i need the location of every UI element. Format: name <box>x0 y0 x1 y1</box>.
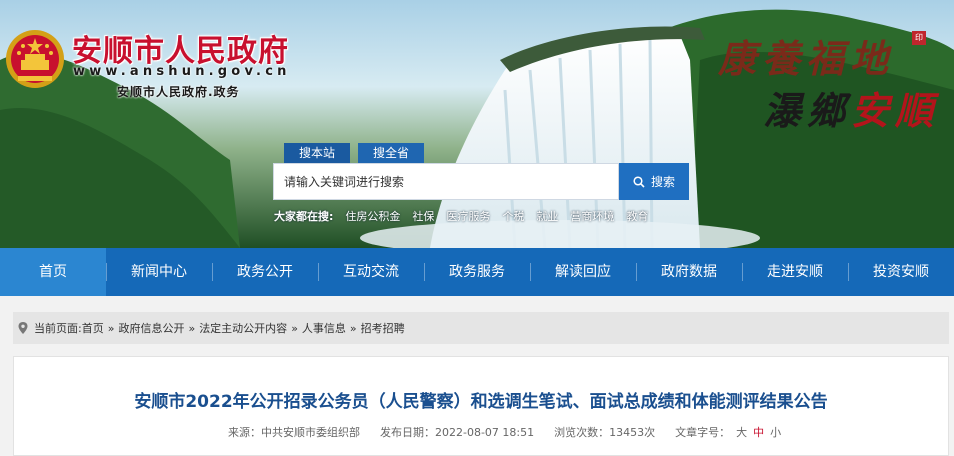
font-size-large[interactable]: 大 <box>736 424 747 440</box>
hot-term-education[interactable]: 教育 <box>626 208 648 224</box>
slogan-line-2-part-b: 安順 <box>851 88 940 133</box>
hot-term-social-security[interactable]: 社保 <box>412 208 434 224</box>
article-meta: 来源：中共安顺市委组织部 发布日期：2022-08-07 18:51 浏览次数：… <box>228 424 781 440</box>
slogan-line-2: 瀑鄉安順 <box>763 80 939 135</box>
nav-item-interaction[interactable]: 互动交流 <box>318 248 424 296</box>
article-title: 安顺市2022年公开招录公务员（人民警察）和选调生笔试、面试总成绩和体能测评结果… <box>134 392 828 412</box>
nav-item-gov-affairs-open[interactable]: 政务公开 <box>212 248 318 296</box>
breadcrumb-separator: » <box>107 321 115 335</box>
breadcrumb: 当前页面: 首页 » 政府信息公开 » 法定主动公开内容 » 人事信息 » 招考… <box>13 312 949 344</box>
nav-item-gov-data[interactable]: 政府数据 <box>636 248 742 296</box>
search-input[interactable] <box>274 164 618 199</box>
nav-item-gov-services[interactable]: 政务服务 <box>424 248 530 296</box>
breadcrumb-item-recruitment[interactable]: 招考招聘 <box>361 320 405 336</box>
nav-item-home[interactable]: 首页 <box>0 248 106 296</box>
search-button[interactable]: 搜索 <box>619 163 689 200</box>
site-url: www.anshun.gov.cn <box>73 64 291 79</box>
breadcrumb-label: 当前页面: <box>34 322 82 335</box>
breadcrumb-item-gov-info[interactable]: 政府信息公开 <box>118 320 184 336</box>
font-size-label: 文章字号： <box>675 426 731 439</box>
slogan-line-2-part-a: 瀑鄉 <box>763 88 852 133</box>
nav-item-news[interactable]: 新闻中心 <box>106 248 212 296</box>
main-nav: 首页 新闻中心 政务公开 互动交流 政务服务 解读回应 政府数据 走进安顺 投资… <box>0 248 954 296</box>
search-box <box>273 163 619 200</box>
hot-search-terms: 大家都在搜: 住房公积金 社保 医疗服务 个税 就业 营商环境 教育 <box>274 208 648 224</box>
location-pin-icon <box>18 322 28 334</box>
font-size-small[interactable]: 小 <box>770 424 781 440</box>
slogan-line-1: 康養福地 <box>718 36 895 81</box>
hot-term-medical[interactable]: 医疗服务 <box>446 208 490 224</box>
nav-item-about-anshun[interactable]: 走进安顺 <box>742 248 848 296</box>
breadcrumb-item-home[interactable]: 首页 <box>82 320 104 336</box>
search-scope-tabs: 搜本站 搜全省 <box>284 143 425 163</box>
national-emblem-icon <box>6 30 64 88</box>
font-size-medium[interactable]: 中 <box>753 424 764 440</box>
breadcrumb-separator: » <box>188 321 196 335</box>
seal-stamp: 印 <box>912 31 926 45</box>
breadcrumb-separator: » <box>291 321 298 335</box>
site-subtitle: 安顺市人民政府.政务 <box>117 85 240 99</box>
hot-search-label: 大家都在搜: <box>274 210 334 223</box>
breadcrumb-item-statutory[interactable]: 法定主动公开内容 <box>199 320 287 336</box>
hot-term-housing-fund[interactable]: 住房公积金 <box>345 208 400 224</box>
tab-search-site[interactable]: 搜本站 <box>284 143 351 163</box>
tab-search-province[interactable]: 搜全省 <box>358 143 425 163</box>
article-source: 来源：中共安顺市委组织部 <box>228 426 360 439</box>
hot-term-business-env[interactable]: 营商环境 <box>570 208 614 224</box>
search-button-label: 搜索 <box>650 175 675 189</box>
breadcrumb-separator: » <box>349 321 357 335</box>
nav-item-invest-anshun[interactable]: 投资安顺 <box>848 248 954 296</box>
hot-term-employment[interactable]: 就业 <box>536 208 558 224</box>
article-views: 浏览次数：13453次 <box>554 426 656 439</box>
article-panel: 安顺市2022年公开招录公务员（人民警察）和选调生笔试、面试总成绩和体能测评结果… <box>13 356 949 456</box>
nav-item-interpretation[interactable]: 解读回应 <box>530 248 636 296</box>
breadcrumb-item-personnel[interactable]: 人事信息 <box>302 320 346 336</box>
font-size-switcher: 文章字号： 大 中 小 <box>675 424 781 440</box>
hot-term-tax[interactable]: 个税 <box>502 208 524 224</box>
search-icon <box>633 175 645 188</box>
article-publish-time: 发布日期：2022-08-07 18:51 <box>380 426 535 439</box>
header-banner: 安顺市人民政府 www.anshun.gov.cn 安顺市人民政府.政务 康養福… <box>0 0 954 248</box>
